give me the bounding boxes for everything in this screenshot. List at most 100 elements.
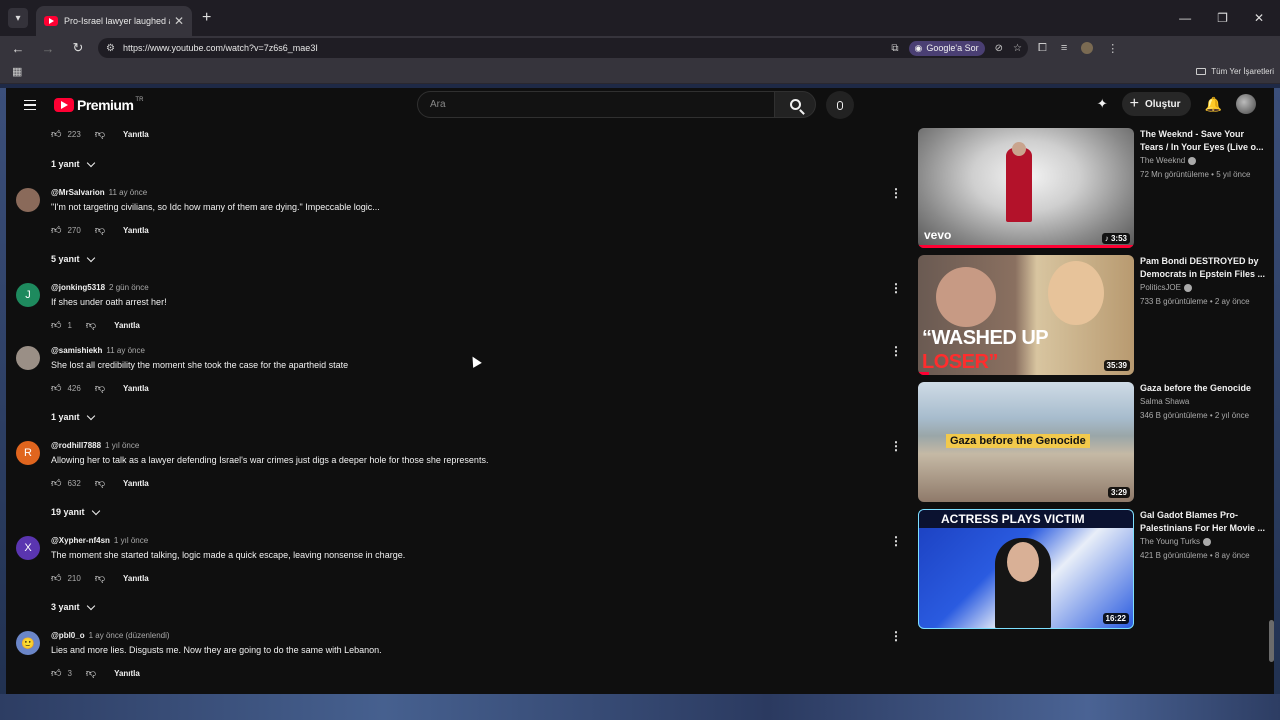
replies-toggle[interactable]: 1 yanıt — [51, 411, 95, 422]
more-actions-icon[interactable]: ⋮ — [890, 281, 902, 295]
like-icon[interactable]: 👍︎ — [51, 319, 61, 331]
video-thumbnail[interactable]: Gaza before the Genocide 3:29 — [918, 382, 1134, 502]
tab-search-button[interactable]: ▾ — [8, 8, 28, 28]
avatar[interactable]: 🙂 — [16, 631, 40, 655]
sparkle-icon[interactable]: ✦ — [1097, 96, 1108, 112]
browser-menu-icon[interactable]: ⋮ — [1107, 42, 1118, 55]
new-tab-button[interactable]: + — [202, 9, 211, 27]
ask-google-button[interactable]: ◉ Google'a Sor — [908, 40, 985, 56]
reply-button[interactable]: Yanıtla — [123, 130, 149, 139]
youtube-logo[interactable]: Premium TR — [54, 97, 143, 113]
comment-author[interactable]: @jonking5318 — [51, 283, 105, 292]
replies-toggle[interactable]: 3 yanıt — [51, 601, 95, 612]
comment-author[interactable]: @Xypher-nf4sn — [51, 536, 110, 545]
more-actions-icon[interactable]: ⋮ — [890, 186, 902, 200]
bookmark-star-icon[interactable]: ☆ — [1013, 43, 1022, 54]
recommended-video[interactable]: Gaza before the Genocide 3:29 Gaza befor… — [918, 382, 1268, 502]
video-title[interactable]: Pam Bondi DESTROYED by Democrats in Epst… — [1140, 255, 1266, 281]
dislike-icon[interactable]: 👎︎ — [95, 572, 105, 584]
close-window-icon[interactable]: ✕ — [1254, 11, 1264, 25]
reply-button[interactable]: Yanıtla — [123, 574, 149, 583]
apps-grid-icon[interactable]: ▦ — [12, 65, 22, 78]
dislike-icon[interactable]: 👎︎ — [95, 128, 105, 140]
search-input[interactable]: Ara — [417, 91, 775, 118]
restore-icon[interactable]: ❐ — [1217, 11, 1228, 25]
address-bar[interactable]: ⚙ https://www.youtube.com/watch?v=7z6s6_… — [98, 38, 1028, 58]
reply-button[interactable]: Yanıtla — [114, 321, 140, 330]
channel-name[interactable]: The Weeknd — [1140, 156, 1197, 165]
profile-avatar[interactable] — [1081, 42, 1094, 54]
replies-toggle[interactable]: 1 yanıt — [51, 158, 95, 169]
comment-author[interactable]: @rodhill7888 — [51, 441, 101, 450]
media-controls-icon[interactable]: ≡ — [1061, 42, 1067, 54]
more-actions-icon[interactable]: ⋮ — [890, 629, 902, 643]
minimize-icon[interactable]: — — [1179, 11, 1191, 25]
avatar[interactable]: R — [16, 441, 40, 465]
channel-name[interactable]: Salma Shawa — [1140, 397, 1189, 406]
like-icon[interactable]: 👍︎ — [51, 572, 61, 584]
dislike-icon[interactable]: 👎︎ — [95, 224, 105, 236]
eye-off-icon[interactable]: ⊘ — [995, 43, 1003, 54]
active-tab[interactable]: Pro-Israel lawyer laughed at by ✕ — [36, 6, 192, 36]
install-app-icon[interactable]: ⧉ — [891, 43, 898, 54]
menu-icon[interactable] — [24, 99, 36, 111]
recommended-video[interactable]: “WASHED UP LOSER” 35:39 Pam Bondi DESTRO… — [918, 255, 1268, 375]
comment-author[interactable]: @samishiekh — [51, 346, 102, 355]
comment-time[interactable]: 2 gün önce — [109, 283, 149, 292]
reload-icon[interactable]: ↻ — [66, 40, 90, 56]
more-actions-icon[interactable]: ⋮ — [890, 439, 902, 453]
comment-author[interactable]: @pbl0_o — [51, 631, 85, 640]
dislike-icon[interactable]: 👎︎ — [95, 382, 105, 394]
reply-button[interactable]: Yanıtla — [123, 479, 149, 488]
like-icon[interactable]: 👍︎ — [51, 477, 61, 489]
replies-toggle[interactable]: 5 yanıt — [51, 253, 95, 264]
video-thumbnail[interactable]: ACTRESS PLAYS VICTIM 16:22 — [918, 509, 1134, 629]
comment-time[interactable]: 1 yıl önce — [105, 441, 139, 450]
comment-time[interactable]: 1 ay önce (düzenlendi) — [89, 631, 170, 640]
more-actions-icon[interactable]: ⋮ — [890, 534, 902, 548]
avatar[interactable]: J — [16, 283, 40, 307]
like-icon[interactable]: 👍︎ — [51, 128, 61, 140]
search-button[interactable] — [774, 91, 816, 118]
avatar[interactable] — [16, 188, 40, 212]
page-scrollbar[interactable] — [1269, 620, 1274, 662]
back-icon[interactable]: ← — [6, 41, 30, 56]
dislike-icon[interactable]: 👎︎ — [86, 667, 96, 679]
extensions-icon[interactable]: ⧠ — [1038, 42, 1047, 55]
site-info-icon[interactable]: ⚙ — [106, 43, 115, 54]
like-icon[interactable]: 👍︎ — [51, 224, 61, 236]
dislike-icon[interactable]: 👎︎ — [86, 319, 96, 331]
url-text[interactable]: https://www.youtube.com/watch?v=7z6s6_ma… — [123, 43, 318, 53]
avatar[interactable] — [16, 346, 40, 370]
recommended-video[interactable]: ACTRESS PLAYS VICTIM 16:22 Gal Gadot Bla… — [918, 509, 1268, 629]
video-thumbnail[interactable]: “WASHED UP LOSER” 35:39 — [918, 255, 1134, 375]
dislike-icon[interactable]: 👎︎ — [95, 477, 105, 489]
close-tab-icon[interactable]: ✕ — [174, 14, 184, 28]
video-title[interactable]: The Weeknd - Save Your Tears / In Your E… — [1140, 128, 1266, 154]
comment-time[interactable]: 11 ay önce — [109, 188, 148, 197]
comment-time[interactable]: 1 yıl önce — [114, 536, 148, 545]
channel-name[interactable]: PoliticsJOE — [1140, 283, 1192, 292]
all-bookmarks-button[interactable]: Tüm Yer İşaretleri — [1196, 67, 1274, 76]
reply-button[interactable]: Yanıtla — [114, 669, 140, 678]
reply-button[interactable]: Yanıtla — [123, 384, 149, 393]
video-thumbnail[interactable]: vevo ♪ 3:53 — [918, 128, 1134, 248]
replies-toggle[interactable]: 19 yanıt — [51, 506, 100, 517]
forward-icon[interactable]: → — [36, 41, 60, 56]
video-title[interactable]: Gaza before the Genocide — [1140, 382, 1266, 395]
comment-time[interactable]: 11 ay önce — [106, 346, 145, 355]
more-actions-icon[interactable]: ⋮ — [890, 344, 902, 358]
thumbnail-caption: “WASHED UP — [922, 327, 1049, 349]
voice-search-button[interactable] — [826, 91, 854, 119]
like-icon[interactable]: 👍︎ — [51, 667, 61, 679]
comment-author[interactable]: @MrSalvarion — [51, 188, 105, 197]
notifications-bell-icon[interactable]: 🔔 — [1205, 96, 1222, 113]
avatar[interactable]: X — [16, 536, 40, 560]
reply-button[interactable]: Yanıtla — [123, 226, 149, 235]
channel-name[interactable]: The Young Turks — [1140, 537, 1212, 546]
create-button[interactable]: + Oluştur — [1121, 92, 1191, 116]
video-title[interactable]: Gal Gadot Blames Pro-Palestinians For He… — [1140, 509, 1266, 535]
account-avatar[interactable] — [1236, 94, 1256, 114]
like-icon[interactable]: 👍︎ — [51, 382, 61, 394]
recommended-video[interactable]: vevo ♪ 3:53 The Weeknd - Save Your Tears… — [918, 128, 1268, 248]
